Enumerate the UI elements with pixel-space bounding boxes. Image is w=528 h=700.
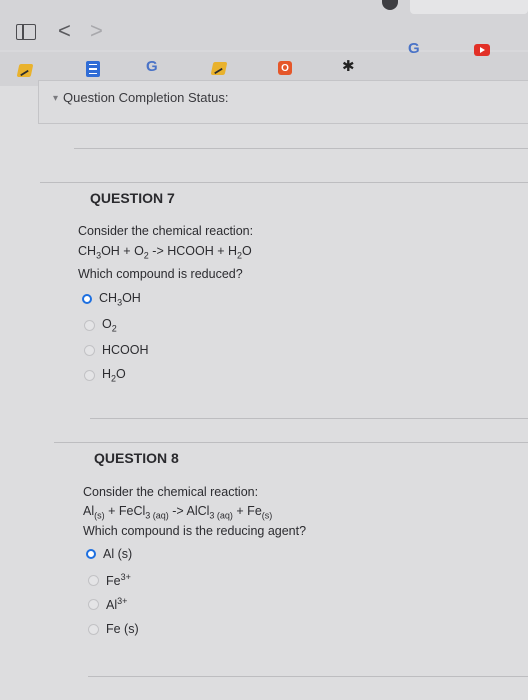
radio-selected[interactable] [82, 294, 92, 305]
q8-option-3[interactable]: Al3+ [88, 596, 127, 612]
completion-status-label: Question Completion Status: [63, 90, 229, 105]
q8-option-3-label: Al3+ [106, 596, 128, 613]
q8-option-1[interactable]: Al (s) [86, 547, 132, 561]
q7-option-3[interactable]: HCOOH [84, 343, 149, 357]
radio[interactable] [84, 344, 95, 356]
question-7-question: Which compound is reduced? [78, 267, 243, 281]
sidebar-toggle-icon[interactable] [16, 24, 36, 40]
screen-photo: < > G O ✱ G ▾ Question Completion Status… [0, 0, 528, 700]
google-favorite[interactable]: G [146, 58, 158, 75]
q7-option-2[interactable]: O2 [84, 317, 117, 334]
question-7-title: QUESTION 7 [90, 190, 175, 206]
radio-selected[interactable] [86, 549, 96, 559]
radio[interactable] [84, 369, 95, 381]
q8-option-4-label: Fe (s) [106, 622, 139, 636]
chevron-down-icon[interactable]: ▾ [53, 93, 58, 104]
quiz-page: ▾ Question Completion Status: QUESTION 7… [0, 80, 528, 700]
radio[interactable] [84, 319, 95, 331]
question-8-equation: Al(s) + FeCl3 (aq) -> AlCl3 (aq) + Fe(s) [83, 504, 273, 521]
question-8-question: Which compound is the reducing agent? [83, 524, 307, 538]
divider [40, 182, 528, 183]
q7-option-1-label: CH3OH [99, 291, 141, 308]
q7-option-4-label: H2O [102, 367, 126, 384]
divider [88, 676, 528, 677]
star-icon[interactable]: ✱ [342, 57, 355, 75]
q8-option-4[interactable]: Fe (s) [88, 622, 139, 636]
google-favorite-2[interactable]: G [408, 40, 420, 57]
q7-option-2-label: O2 [102, 317, 117, 334]
q7-option-4[interactable]: H2O [84, 367, 126, 384]
divider [54, 442, 528, 443]
q7-option-3-label: HCOOH [102, 343, 149, 357]
question-7-prompt: Consider the chemical reaction: [78, 224, 254, 238]
radio[interactable] [88, 574, 99, 586]
pencil-icon[interactable] [210, 62, 228, 75]
q7-option-1[interactable]: CH3OH [82, 291, 141, 308]
forward-button[interactable]: > [90, 18, 103, 44]
question-7-equation: CH3OH + O2 -> HCOOH + H2O [78, 244, 252, 261]
back-button[interactable]: < [58, 18, 71, 44]
q8-option-2-label: Fe3+ [106, 572, 131, 589]
divider [74, 148, 528, 149]
browser-toolbar: < > [0, 0, 528, 50]
q8-option-1-label: Al (s) [103, 547, 133, 561]
question-8-prompt: Consider the chemical reaction: [83, 485, 259, 499]
address-bar[interactable] [410, 0, 528, 14]
divider [90, 418, 528, 419]
pencil-icon[interactable] [16, 64, 34, 77]
youtube-icon[interactable] [474, 44, 490, 56]
radio[interactable] [88, 623, 99, 635]
completion-status-bar[interactable]: ▾ Question Completion Status: [38, 80, 528, 124]
privacy-shield-icon[interactable] [382, 0, 398, 10]
list-icon[interactable] [86, 61, 100, 77]
radio[interactable] [88, 598, 99, 610]
question-8-title: QUESTION 8 [94, 450, 179, 466]
q8-option-2[interactable]: Fe3+ [88, 572, 131, 588]
office-favorite[interactable]: O [278, 61, 292, 75]
